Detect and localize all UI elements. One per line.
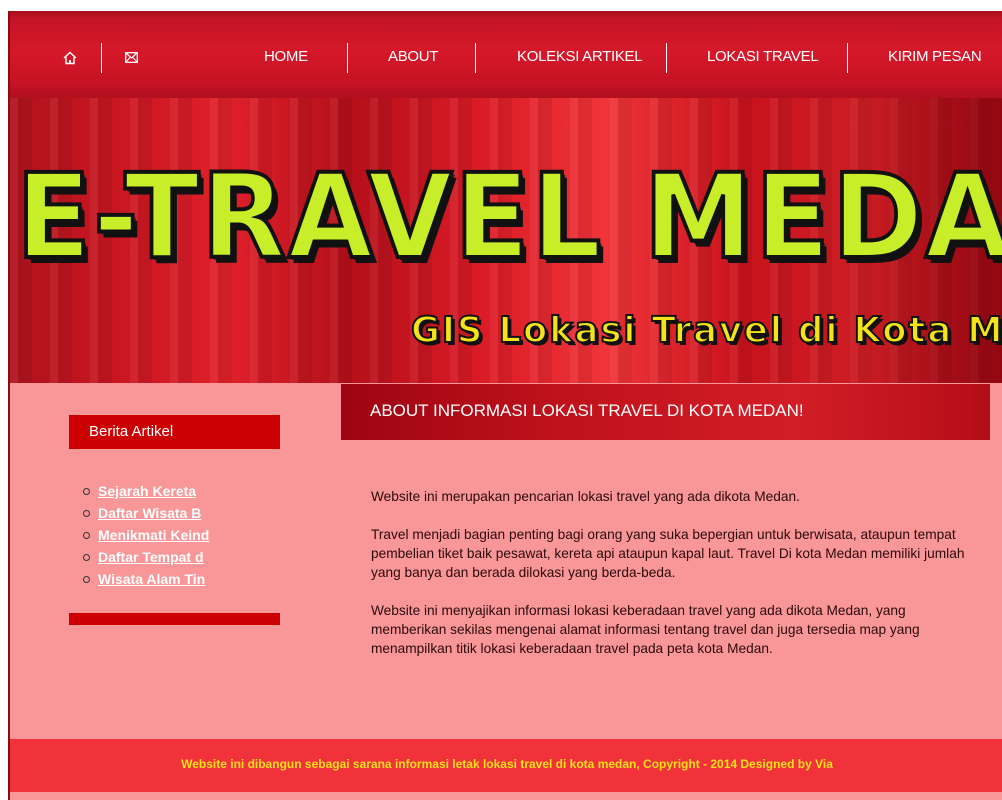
footer: Website ini dibangun sebagai sarana info… xyxy=(10,739,1002,792)
footer-copyright: Website ini dibangun sebagai sarana info… xyxy=(181,757,833,771)
nav-link-koleksi-artikel[interactable]: KOLEKSI ARTIKEL xyxy=(517,48,643,65)
sidebar-title: Berita Artikel xyxy=(69,415,280,449)
content-paragraph: Travel menjadi bagian penting bagi orang… xyxy=(371,527,965,580)
top-navigation: HOME ABOUT KOLEKSI ARTIKEL LOKASI TRAVEL… xyxy=(10,11,1002,98)
site-title: E-TRAVEL MEDAN xyxy=(14,146,1002,287)
home-icon[interactable] xyxy=(63,51,77,68)
sidebar-footer-bar xyxy=(69,613,280,625)
bullet-icon xyxy=(83,576,90,583)
article-link[interactable]: Menikmati Keind xyxy=(98,527,209,543)
article-link[interactable]: Daftar Wisata B xyxy=(98,505,201,521)
mail-icon[interactable] xyxy=(125,51,138,66)
bullet-icon xyxy=(83,532,90,539)
list-item: Wisata Alam Tin xyxy=(82,568,209,590)
list-item: Menikmati Keind xyxy=(82,524,209,546)
bullet-icon xyxy=(83,488,90,495)
article-link[interactable]: Sejarah Kereta xyxy=(98,483,196,499)
footer-bottom-strip xyxy=(10,792,1002,800)
bullet-icon xyxy=(83,554,90,561)
sidebar-article-list: Sejarah Kereta Daftar Wisata B Menikmati… xyxy=(82,480,209,590)
list-item: Sejarah Kereta xyxy=(82,480,209,502)
bullet-icon xyxy=(83,510,90,517)
article-link[interactable]: Daftar Tempat d xyxy=(98,549,204,565)
header-banner: E-TRAVEL MEDAN GIS Lokasi Travel di Kota… xyxy=(10,98,1002,383)
nav-divider xyxy=(666,43,667,73)
list-item: Daftar Tempat d xyxy=(82,546,209,568)
content-paragraph: Website ini merupakan pencarian lokasi t… xyxy=(371,489,800,504)
list-item: Daftar Wisata B xyxy=(82,502,209,524)
nav-divider xyxy=(101,43,102,73)
nav-divider xyxy=(347,43,348,73)
article-link[interactable]: Wisata Alam Tin xyxy=(98,571,205,587)
nav-divider xyxy=(847,43,848,73)
main-heading: ABOUT INFORMASI LOKASI TRAVEL DI KOTA ME… xyxy=(341,384,990,440)
main-content: Website ini merupakan pencarian lokasi t… xyxy=(371,487,971,677)
page-frame: HOME ABOUT KOLEKSI ARTIKEL LOKASI TRAVEL… xyxy=(8,11,1002,800)
nav-divider xyxy=(475,43,476,73)
nav-link-home[interactable]: HOME xyxy=(264,48,308,65)
nav-link-about[interactable]: ABOUT xyxy=(388,48,438,65)
nav-link-lokasi-travel[interactable]: LOKASI TRAVEL xyxy=(707,48,819,65)
site-subtitle: GIS Lokasi Travel di Kota Medan xyxy=(410,309,1002,352)
content-paragraph: Website ini menyajikan informasi lokasi … xyxy=(371,603,920,656)
nav-link-kirim-pesan[interactable]: KIRIM PESAN xyxy=(888,48,982,65)
